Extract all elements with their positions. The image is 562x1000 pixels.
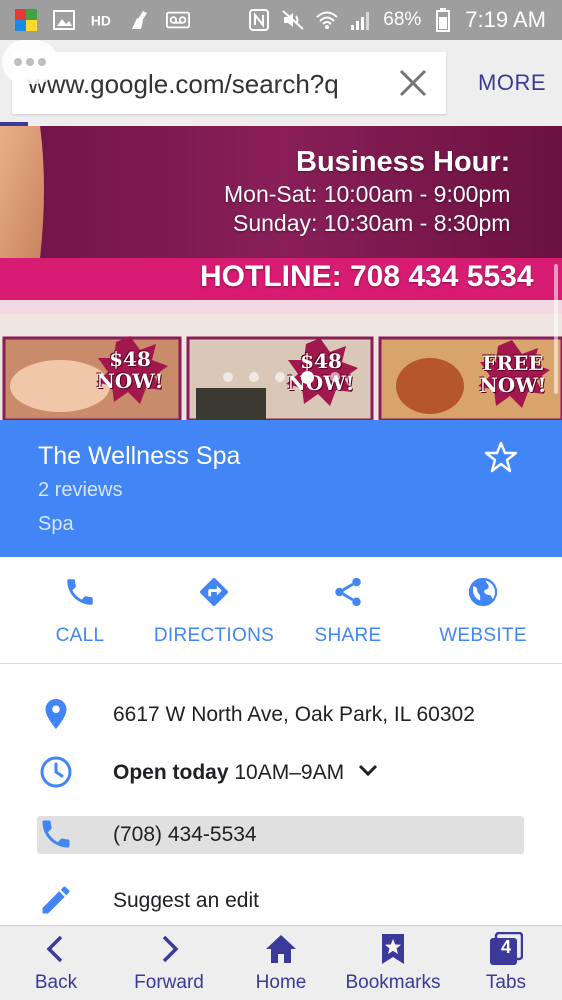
nfc-icon [247, 9, 271, 31]
carousel-dot[interactable] [248, 372, 259, 382]
phone-text: (708) 434-5534 [113, 823, 257, 846]
place-header: The Wellness Spa 2 reviews Spa [0, 420, 562, 557]
bookmarks-label: Bookmarks [345, 972, 441, 993]
wifi-icon [315, 9, 339, 31]
place-name: The Wellness Spa [38, 442, 241, 470]
business-hour-title: Business Hour: [296, 146, 511, 178]
url-field[interactable]: www.google.com/search?q [12, 52, 446, 114]
place-category: Spa [38, 513, 74, 535]
carousel-dot[interactable] [329, 372, 340, 382]
share-label: SHARE [314, 625, 382, 646]
hours-line-weekday: Mon-Sat: 10:00am - 9:00pm [224, 181, 511, 207]
carousel-dot[interactable] [300, 371, 314, 384]
clock: 7:19 AM [465, 7, 546, 32]
chevron-right-icon [162, 935, 179, 963]
directions-button[interactable]: DIRECTIONS [148, 557, 280, 664]
chevron-down-icon[interactable] [356, 758, 380, 782]
call-label: CALL [55, 625, 105, 646]
voicemail-icon [166, 9, 190, 31]
suggest-edit-row[interactable]: Suggest an edit [0, 876, 562, 924]
close-icon[interactable] [396, 66, 430, 100]
bookmarks-button[interactable]: Bookmarks [340, 926, 446, 1000]
hours-range: 10AM–9AM [234, 761, 345, 784]
broom-icon [128, 9, 152, 31]
pencil-icon [42, 886, 70, 914]
carousel-dot[interactable] [222, 372, 233, 382]
tabs-icon: 4 [489, 931, 524, 966]
menu-dots-icon[interactable] [2, 40, 58, 84]
location-pin-icon [45, 699, 67, 729]
forward-label: Forward [134, 972, 204, 993]
hotline-text: HOTLINE: 708 434 5534 [200, 260, 534, 293]
browser-toolbar: www.google.com/search?q MORE [0, 40, 562, 126]
photo-carousel[interactable]: Business Hour: Mon-Sat: 10:00am - 9:00pm… [0, 126, 562, 420]
chevron-left-icon [46, 935, 63, 963]
hd-icon: HD [90, 9, 114, 31]
phone-highlight [37, 816, 524, 854]
mute-icon [281, 9, 305, 31]
carousel-dots[interactable] [0, 371, 562, 384]
share-icon [335, 577, 361, 607]
address-row[interactable]: 6617 W North Ave, Oak Park, IL 60302 [0, 690, 562, 738]
price-badge: $48 NOW! [96, 347, 164, 393]
tabs-button[interactable]: 4 Tabs [478, 926, 534, 1000]
globe-icon [468, 577, 498, 607]
more-button[interactable]: MORE [478, 70, 546, 96]
star-icon[interactable] [484, 440, 518, 474]
image-icon [52, 9, 76, 31]
directions-label: DIRECTIONS [153, 625, 275, 646]
phone-icon [42, 820, 70, 848]
forward-button[interactable]: Forward [128, 926, 210, 1000]
scrollbar[interactable] [554, 264, 558, 394]
clock-icon [40, 756, 72, 788]
phone-row[interactable]: (708) 434-5534 [0, 810, 562, 858]
address-text: 6617 W North Ave, Oak Park, IL 60302 [113, 703, 475, 726]
app-icon [14, 9, 38, 31]
tabs-count: 4 [500, 937, 511, 957]
url-text[interactable]: www.google.com/search?q [28, 69, 358, 100]
carousel-dot[interactable] [274, 372, 285, 382]
hours-text: Open today 10AM–9AM [113, 761, 344, 785]
website-label: WEBSITE [439, 625, 527, 646]
browser-bottom-bar: Back Forward Home Bookmarks 4 Tabs [0, 925, 562, 1000]
battery-icon [431, 8, 455, 32]
phone-icon [67, 579, 93, 605]
share-button[interactable]: SHARE [300, 557, 396, 664]
call-button[interactable]: CALL [40, 557, 120, 664]
home-icon [266, 935, 296, 963]
home-button[interactable]: Home [246, 926, 316, 1000]
svg-text:HD: HD [91, 13, 111, 29]
reviews-link[interactable]: 2 reviews [38, 479, 122, 502]
directions-icon [199, 577, 229, 607]
suggest-edit-text: Suggest an edit [113, 889, 259, 912]
signal-icon [349, 9, 373, 31]
hours-row[interactable]: Open today 10AM–9AM [0, 748, 562, 796]
back-label: Back [34, 972, 78, 993]
action-bar: CALL DIRECTIONS SHARE WEBSITE [0, 557, 562, 664]
website-button[interactable]: WEBSITE [428, 557, 538, 664]
bookmark-icon [382, 934, 404, 964]
status-bar: HD 68% 7:19 AM [0, 0, 562, 40]
open-status: Open today [113, 761, 229, 784]
hours-line-sunday: Sunday: 10:30am - 8:30pm [233, 210, 511, 236]
home-label: Home [255, 972, 307, 993]
tabs-label: Tabs [485, 972, 527, 993]
battery-percent: 68% [383, 9, 422, 30]
back-button[interactable]: Back [26, 926, 86, 1000]
